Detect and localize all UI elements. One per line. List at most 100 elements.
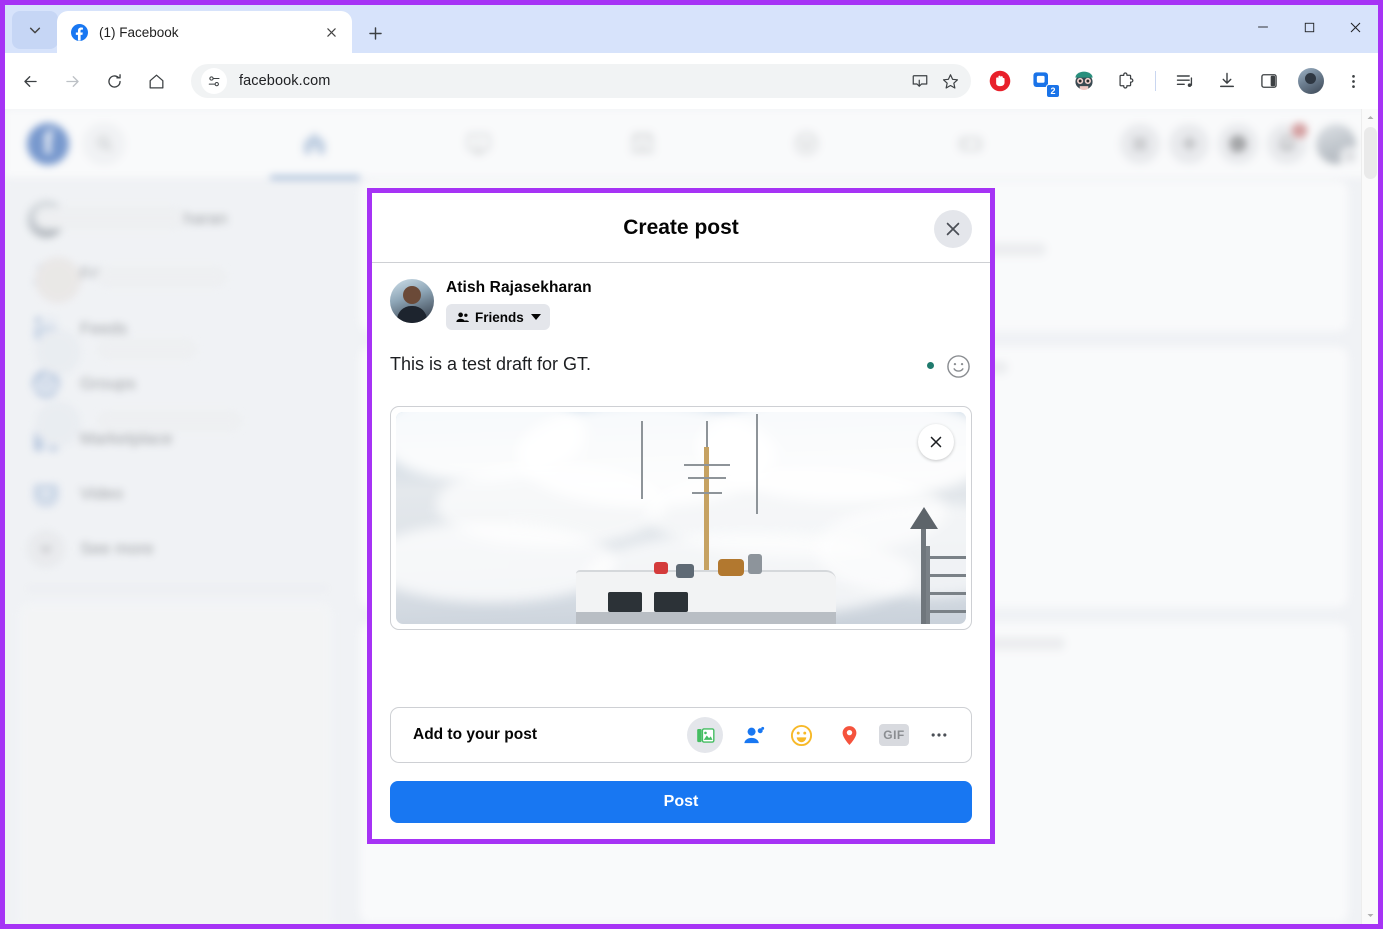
address-bar[interactable]: facebook.com xyxy=(191,64,971,98)
caret-up-icon xyxy=(1367,116,1374,119)
privacy-selector[interactable]: Friends xyxy=(446,304,550,330)
arrow-left-icon xyxy=(23,75,37,87)
install-icon xyxy=(912,75,928,87)
adblock-icon xyxy=(989,70,1011,92)
emoji-picker-button[interactable] xyxy=(944,352,972,380)
chrome-menu-button[interactable] xyxy=(1337,65,1369,97)
add-to-post-label: Add to your post xyxy=(413,726,537,743)
video-glyph xyxy=(33,483,59,506)
nav-groups[interactable] xyxy=(754,115,860,173)
site-settings-button[interactable] xyxy=(201,68,227,94)
reload-button[interactable] xyxy=(97,64,131,98)
sidebar-divider xyxy=(27,588,328,589)
chevron-down-icon xyxy=(29,27,41,34)
monkey-extension-icon[interactable] xyxy=(1068,65,1100,97)
sidebar-item-label: Groups xyxy=(80,373,136,393)
kebab-menu-icon xyxy=(1351,74,1355,88)
dialog-footer: Add to your post GIF Post xyxy=(372,707,990,839)
facebook-nav-right: 1 xyxy=(1120,120,1359,166)
downloads-button[interactable] xyxy=(1211,65,1243,97)
video-icon xyxy=(27,475,65,513)
nav-gaming[interactable] xyxy=(918,115,1024,173)
author-info: Atish Rajasekharan Friends xyxy=(446,279,592,330)
chrome-profile-button[interactable] xyxy=(1295,65,1327,97)
tab-manager-extension-icon[interactable]: 2 xyxy=(1026,65,1060,98)
tag-people-button[interactable] xyxy=(735,717,771,753)
plus-icon xyxy=(1181,135,1197,152)
close-icon xyxy=(326,27,336,37)
media-image xyxy=(396,412,966,624)
sidebar-item-see-more[interactable]: See more xyxy=(5,521,350,576)
menu-grid-button[interactable] xyxy=(1120,123,1160,164)
nav-video[interactable] xyxy=(426,115,532,173)
download-icon xyxy=(1220,72,1234,88)
facebook-logo-icon[interactable] xyxy=(27,122,69,165)
search-button[interactable] xyxy=(83,122,125,165)
monkey-icon xyxy=(1075,71,1093,90)
sidebar-item-video[interactable]: Video xyxy=(5,466,350,521)
scrollbar-thumb[interactable] xyxy=(1364,127,1377,179)
extension-badge: 2 xyxy=(1046,84,1060,98)
forward-button[interactable] xyxy=(55,64,89,98)
chevron-down-icon xyxy=(27,529,65,568)
arrow-right-icon xyxy=(65,75,79,87)
gif-button[interactable]: GIF xyxy=(879,724,909,746)
page-scrollbar[interactable] xyxy=(1361,109,1378,924)
dialog-title: Create post xyxy=(623,215,739,239)
puzzle-icon xyxy=(1119,72,1134,89)
remove-media-button[interactable] xyxy=(918,424,954,460)
account-avatar-button[interactable] xyxy=(1316,123,1359,166)
tab-close-button[interactable] xyxy=(320,21,342,43)
ellipsis-icon xyxy=(931,733,947,737)
notifications-button[interactable]: 1 xyxy=(1267,120,1309,164)
composer-status-dot xyxy=(927,362,934,369)
messenger-button[interactable] xyxy=(1218,123,1258,164)
scroll-up-arrow[interactable] xyxy=(1362,109,1378,126)
minimize-button[interactable] xyxy=(1240,5,1286,49)
install-app-button[interactable] xyxy=(905,66,935,96)
home-button[interactable] xyxy=(139,64,173,98)
tune-icon xyxy=(208,75,220,86)
close-dialog-button[interactable] xyxy=(934,210,972,248)
check-in-button[interactable] xyxy=(831,717,867,753)
nav-home[interactable] xyxy=(262,115,368,179)
tab-search-button[interactable] xyxy=(12,11,58,49)
more-options-button[interactable] xyxy=(921,717,957,753)
ship-silhouette xyxy=(396,412,966,624)
extensions-puzzle-button[interactable] xyxy=(1110,65,1142,97)
adblock-extension-icon[interactable] xyxy=(984,65,1016,97)
browser-toolbar: facebook.com 2 xyxy=(5,53,1378,109)
sidebar-item-label: Marketplace xyxy=(80,428,173,448)
facebook-main-nav xyxy=(165,115,1120,179)
scroll-down-arrow[interactable] xyxy=(1362,907,1378,924)
author-avatar[interactable] xyxy=(390,279,434,323)
close-window-button[interactable] xyxy=(1332,5,1378,49)
feeling-icon xyxy=(790,724,812,746)
back-button[interactable] xyxy=(13,64,47,98)
author-name: Atish Rajasekharan xyxy=(446,279,592,296)
browser-window: (1) Facebook facebook.com 2 f 1 Feeds Gr… xyxy=(0,0,1383,929)
browser-tab[interactable]: (1) Facebook xyxy=(57,11,352,53)
bookmark-button[interactable] xyxy=(935,66,965,96)
post-button[interactable]: Post xyxy=(390,781,972,823)
playlist-icon xyxy=(1176,75,1193,87)
post-composer[interactable]: This is a test draft for GT. xyxy=(390,352,972,380)
new-tab-button[interactable] xyxy=(361,19,389,47)
facebook-favicon xyxy=(71,23,88,41)
maximize-button[interactable] xyxy=(1286,5,1332,49)
add-to-post-actions: GIF xyxy=(687,717,957,753)
video-icon xyxy=(466,133,491,155)
photo-video-button[interactable] xyxy=(687,717,723,753)
feeling-activity-button[interactable] xyxy=(783,717,819,753)
privacy-label: Friends xyxy=(475,309,524,325)
add-to-post-bar: Add to your post GIF xyxy=(390,707,972,763)
nav-marketplace[interactable] xyxy=(590,115,696,173)
extensions-area: 2 xyxy=(979,65,1378,98)
post-text-input[interactable]: This is a test draft for GT. xyxy=(390,352,927,376)
create-button[interactable] xyxy=(1169,123,1209,164)
reading-list-button[interactable] xyxy=(1169,65,1201,97)
post-media-preview[interactable] xyxy=(390,406,972,630)
url-text: facebook.com xyxy=(239,73,331,89)
side-panel-button[interactable] xyxy=(1253,65,1285,97)
toolbar-divider xyxy=(1155,71,1156,91)
